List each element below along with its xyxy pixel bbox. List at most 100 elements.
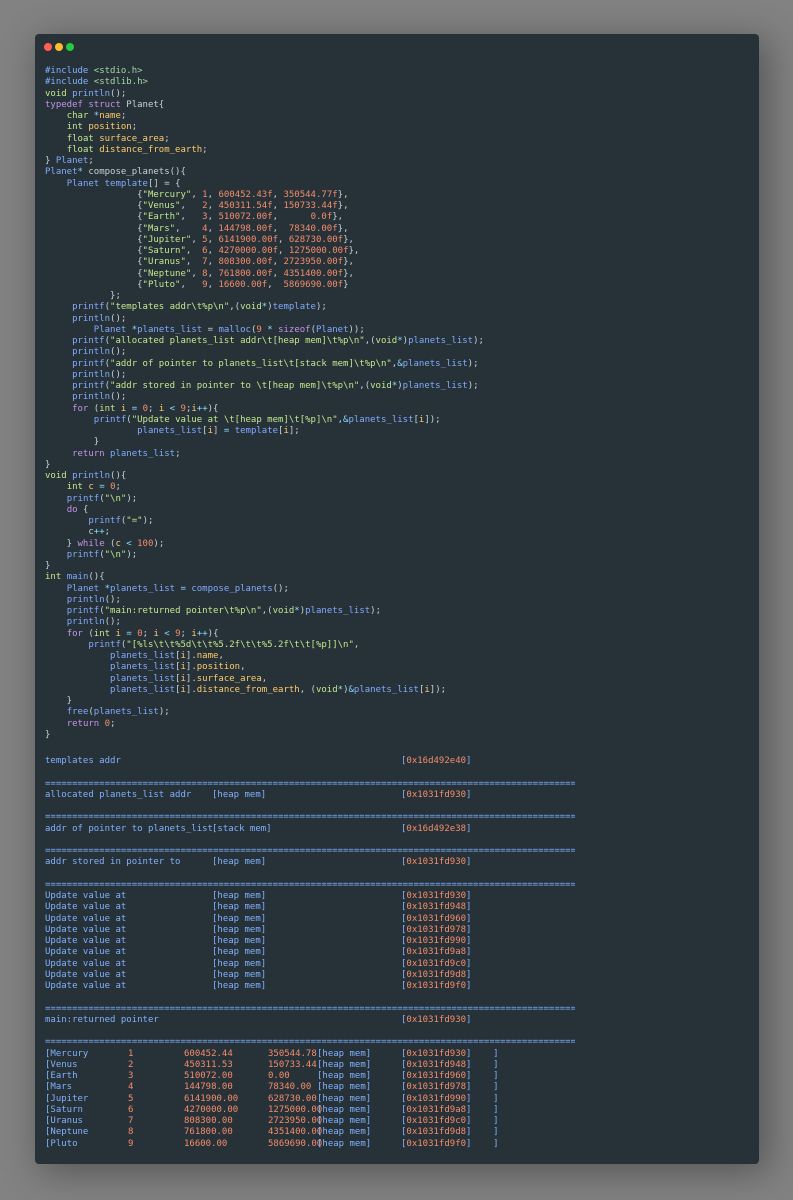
templates-label: templates addr [45, 756, 121, 766]
planet-distance: 5869690.00 [268, 1138, 323, 1149]
code-line: planets_list[i].distance_from_earth, (vo… [110, 684, 447, 695]
code-line: {"Neptune", 8, 761800.00f, 4351400.00f}, [45, 268, 354, 279]
code-line: {"Venus", 2, 450311.54f, 150733.44f}, [45, 201, 349, 211]
code-line: {"Mercury", 1, 600452.43f, 350544.77f}, [45, 189, 349, 200]
planet-distance: 78340.00 [268, 1082, 312, 1093]
heap-mem-label: [heap mem] [212, 789, 267, 800]
update-row: Update value at [heap mem] [0x1031fd9f0] [45, 981, 575, 992]
update-row: Update value at [heap mem] [0x1031fd9a8] [45, 947, 575, 958]
code-line: {"Earth", 3, 510072.00f, 0.0f}, [45, 212, 344, 223]
allocated-label: allocated planets_list addr [45, 789, 192, 800]
code-line: } [45, 696, 73, 706]
planet-addr: [0x1031fd9a8] ] [401, 1104, 499, 1115]
update-addr: [0x1031fd948] [401, 902, 472, 913]
code-line: Planet template[] = { [66, 178, 181, 189]
heap-mem-label: [heap mem] [317, 1082, 372, 1093]
planet-name: [Earth [45, 1071, 78, 1081]
planet-surface-area: 600452.44 [184, 1048, 233, 1059]
planet-surface-area: 808300.00 [184, 1116, 233, 1126]
planet-addr: [0x1031fd9c0] ] [401, 1116, 499, 1126]
planet-row: [Venus 2 450311.53 150733.44 [heap mem] [0x10… [45, 1060, 575, 1071]
pointer-label: addr of pointer to planets_list [45, 823, 213, 834]
templates-addr: [0x16d492e40] [401, 756, 472, 766]
heap-mem-label: [heap mem] [317, 1104, 372, 1115]
output-templates-row: templates addr [0x16d492e40] [45, 756, 575, 767]
planet-row: [Mars 4 144798.00 78340.00 [heap mem] [0x1031… [45, 1082, 575, 1093]
heap-mem-label: [heap mem] [212, 936, 267, 946]
code-line: } [45, 729, 51, 740]
planet-row: [Neptune 8 761800.00 4351400.00 [heap mem] [0… [45, 1127, 575, 1138]
planet-surface-area: 450311.53 [184, 1059, 233, 1070]
code-line: {"Pluto", 9, 16600.00f, 5869690.00f} [45, 279, 349, 290]
code-line: void println(){ [45, 471, 127, 481]
code-line: #include <stdio.h> [45, 66, 143, 76]
planet-surface-area: 6141900.00 [184, 1093, 239, 1104]
planet-row: [Jupiter 5 6141900.00 628730.00 [heap mem] [0… [45, 1094, 575, 1105]
code-line: printf("allocated planets_list addr\t[he… [72, 336, 484, 346]
planet-position: 9 [128, 1138, 134, 1149]
code-line: Planet *planets_list = compose_planets()… [66, 583, 289, 594]
update-label: Update value at [45, 913, 127, 924]
update-label: Update value at [45, 981, 127, 991]
update-label: Update value at [45, 969, 127, 980]
code-line: for (int i = 0; i < 9; i++){ [66, 628, 219, 639]
heap-mem-label: [heap mem] [212, 969, 267, 980]
planet-distance: 628730.00 [268, 1093, 317, 1104]
separator: ========================================… [45, 846, 575, 856]
separator: ========================================… [45, 812, 575, 823]
update-addr: [0x1031fd930] [401, 891, 472, 901]
update-addr: [0x1031fd978] [401, 924, 472, 935]
update-row: Update value at [heap mem] [0x1031fd948] [45, 902, 575, 913]
code-line: planets_list[i].name, [110, 651, 224, 661]
separator: ========================================… [45, 1037, 575, 1048]
planet-name: [Saturn [45, 1104, 83, 1115]
planet-distance: 2723950.00 [268, 1116, 323, 1126]
close-button[interactable] [44, 43, 52, 51]
code-line: void println(); [45, 88, 127, 99]
planet-name: [Pluto [45, 1138, 78, 1149]
planet-addr: [0x1031fd9f0] ] [401, 1138, 499, 1149]
update-label: Update value at [45, 891, 127, 901]
code-line: printf("templates addr\t%p\n",(void*)tem… [72, 302, 327, 313]
heap-mem-label: [heap mem] [212, 958, 267, 969]
output-stored-row: addr stored in pointer to [heap mem] [0x… [45, 857, 575, 868]
planet-addr: [0x1031fd948] ] [401, 1059, 499, 1070]
separator: ========================================… [45, 1003, 575, 1014]
code-line: printf("main:returned pointer\t%p\n",(vo… [66, 606, 382, 616]
code-line: {"Saturn", 6, 4270000.00f, 1275000.00f}, [45, 246, 360, 256]
code-line: return 0; [66, 718, 116, 729]
update-label: Update value at [45, 902, 127, 913]
code-line: printf("addr stored in pointer to \t[hea… [72, 381, 479, 391]
output-main-row: main:returned pointer [0x1031fd930] [45, 1015, 575, 1026]
heap-mem-label: [heap mem] [212, 981, 267, 991]
code-line: } [45, 459, 51, 470]
planet-name: [Mars [45, 1082, 73, 1093]
code-line: float distance_from_earth; [66, 144, 208, 155]
heap-mem-label: [heap mem] [317, 1048, 372, 1059]
planet-distance: 4351400.00 [268, 1127, 323, 1138]
code-line: }; [45, 291, 121, 301]
update-label: Update value at [45, 958, 127, 969]
source-code: #include <stdio.h> #include <stdlib.h> voi… [45, 66, 759, 741]
code-line: char *name; [66, 111, 127, 121]
update-row: Update value at [heap mem] [0x1031fd978] [45, 925, 575, 936]
code-line: int c = 0; [66, 482, 121, 493]
planet-position: 6 [128, 1104, 134, 1115]
planet-position: 7 [128, 1116, 134, 1126]
heap-mem-label: [heap mem] [212, 924, 267, 935]
planet-table: [Mercury 1 600452.44 350544.78 [heap mem] [0x… [45, 1049, 575, 1150]
planet-addr: [0x1031fd930] ] [401, 1048, 499, 1059]
planet-row: [Uranus 7 808300.00 2723950.00 [heap mem] [0x… [45, 1116, 575, 1127]
code-line: Planet* compose_planets(){ [45, 167, 186, 178]
allocated-addr: [0x1031fd930] [401, 789, 472, 800]
code-line: printf("addr of pointer to planets_list\… [72, 358, 479, 369]
code-line: planets_list[i].surface_area, [110, 673, 268, 684]
code-line: printf("\n"); [66, 493, 138, 504]
zoom-button[interactable] [66, 43, 74, 51]
update-label: Update value at [45, 947, 127, 958]
update-row: Update value at [heap mem] [0x1031fd990] [45, 936, 575, 947]
minimize-button[interactable] [55, 43, 63, 51]
code-line: println(); [66, 617, 121, 628]
code-line: println(); [66, 594, 121, 605]
code-line: } [45, 437, 100, 448]
